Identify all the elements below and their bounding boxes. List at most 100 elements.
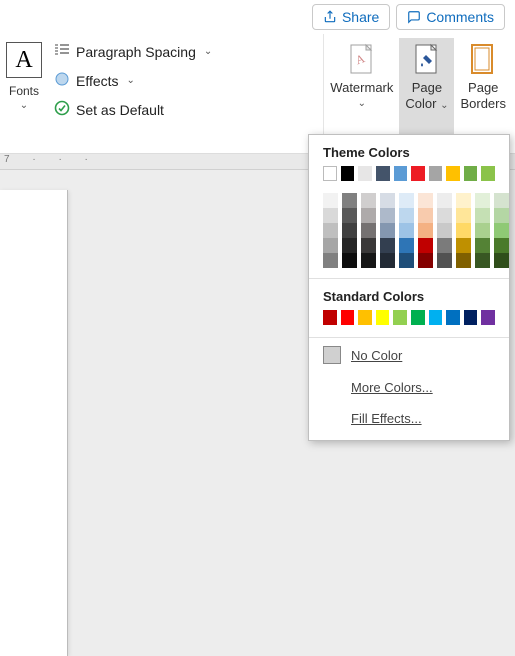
color-swatch[interactable] (399, 223, 414, 238)
color-swatch[interactable] (380, 223, 395, 238)
standard-colors-row (309, 310, 509, 325)
color-swatch[interactable] (361, 208, 376, 223)
color-swatch[interactable] (323, 193, 338, 208)
chevron-down-icon: ⌄ (127, 75, 135, 86)
color-swatch[interactable] (464, 166, 478, 181)
color-swatch[interactable] (342, 238, 357, 253)
color-swatch[interactable] (399, 238, 414, 253)
color-swatch[interactable] (341, 166, 355, 181)
color-swatch[interactable] (418, 253, 433, 268)
color-swatch[interactable] (494, 223, 509, 238)
color-swatch[interactable] (411, 166, 425, 181)
color-swatch[interactable] (323, 253, 338, 268)
paragraph-spacing-button[interactable]: Paragraph Spacing ⌄ (54, 42, 212, 61)
page-borders-label: Page Borders (460, 80, 506, 113)
color-swatch[interactable] (411, 310, 425, 325)
page-color-label: Page Color ⌄ (405, 80, 448, 113)
fill-effects-item[interactable]: Fill Effects... (309, 403, 509, 434)
theme-colors-row (309, 166, 509, 181)
color-swatch[interactable] (464, 310, 478, 325)
comments-button[interactable]: Comments (396, 4, 505, 30)
color-swatch[interactable] (358, 166, 372, 181)
page-borders-icon (466, 42, 500, 78)
color-swatch[interactable] (399, 253, 414, 268)
color-swatch[interactable] (481, 166, 495, 181)
color-swatch[interactable] (323, 223, 338, 238)
color-swatch[interactable] (429, 310, 443, 325)
color-swatch[interactable] (341, 310, 355, 325)
color-swatch[interactable] (456, 223, 471, 238)
color-swatch[interactable] (380, 238, 395, 253)
color-swatch[interactable] (418, 238, 433, 253)
chevron-down-icon: ⌄ (440, 100, 448, 111)
set-as-default-button[interactable]: Set as Default (54, 100, 212, 119)
color-swatch[interactable] (456, 193, 471, 208)
color-swatch[interactable] (446, 310, 460, 325)
color-swatch[interactable] (475, 253, 490, 268)
share-label: Share (342, 9, 379, 25)
ruler-text: 7 · · · (4, 154, 98, 165)
color-swatch[interactable] (394, 166, 408, 181)
color-swatch[interactable] (437, 208, 452, 223)
color-swatch[interactable] (418, 193, 433, 208)
chevron-down-icon: ⌄ (20, 100, 28, 111)
color-swatch[interactable] (323, 166, 337, 181)
color-swatch[interactable] (361, 253, 376, 268)
color-swatch[interactable] (323, 310, 337, 325)
color-swatch[interactable] (399, 208, 414, 223)
effects-button[interactable]: Effects ⌄ (54, 71, 212, 90)
comments-icon (407, 10, 421, 24)
color-swatch[interactable] (456, 253, 471, 268)
color-swatch[interactable] (380, 193, 395, 208)
title-buttons-bar: Share Comments (0, 0, 515, 34)
color-swatch[interactable] (418, 223, 433, 238)
color-swatch[interactable] (437, 223, 452, 238)
color-swatch[interactable] (361, 238, 376, 253)
color-swatch[interactable] (376, 166, 390, 181)
color-swatch[interactable] (446, 166, 460, 181)
color-swatch[interactable] (475, 208, 490, 223)
color-swatch[interactable] (342, 253, 357, 268)
color-swatch[interactable] (358, 310, 372, 325)
color-swatch[interactable] (342, 223, 357, 238)
color-swatch[interactable] (494, 238, 509, 253)
color-swatch[interactable] (475, 238, 490, 253)
checkmark-icon (54, 100, 70, 119)
color-swatch[interactable] (380, 208, 395, 223)
share-button[interactable]: Share (312, 4, 390, 30)
color-swatch[interactable] (494, 193, 509, 208)
color-swatch[interactable] (376, 310, 390, 325)
no-color-item[interactable]: No Color (309, 338, 509, 372)
standard-colors-heading: Standard Colors (309, 279, 509, 310)
color-swatch[interactable] (393, 310, 407, 325)
color-swatch[interactable] (494, 253, 509, 268)
color-swatch[interactable] (380, 253, 395, 268)
no-color-label: No Color (351, 348, 402, 363)
color-swatch[interactable] (481, 310, 495, 325)
color-swatch[interactable] (475, 223, 490, 238)
color-swatch[interactable] (323, 208, 338, 223)
color-swatch[interactable] (342, 208, 357, 223)
color-swatch[interactable] (323, 238, 338, 253)
effects-label: Effects (76, 73, 119, 89)
page-color-dropdown: Theme Colors Standard Colors No Color Mo… (308, 134, 510, 441)
color-swatch[interactable] (456, 238, 471, 253)
color-swatch[interactable] (399, 193, 414, 208)
color-swatch[interactable] (418, 208, 433, 223)
color-swatch[interactable] (437, 193, 452, 208)
color-swatch[interactable] (437, 253, 452, 268)
color-swatch[interactable] (437, 238, 452, 253)
more-colors-item[interactable]: More Colors... (309, 372, 509, 403)
document-formatting-group: Paragraph Spacing ⌄ Effects ⌄ Set as Def… (48, 34, 212, 153)
color-swatch[interactable] (456, 208, 471, 223)
page-color-icon (410, 42, 444, 78)
color-swatch[interactable] (475, 193, 490, 208)
color-swatch[interactable] (494, 208, 509, 223)
color-swatch[interactable] (361, 223, 376, 238)
watermark-icon: A (345, 42, 379, 78)
color-swatch[interactable] (361, 193, 376, 208)
color-swatch[interactable] (429, 166, 443, 181)
color-swatch[interactable] (342, 193, 357, 208)
more-colors-label: More Colors... (351, 380, 433, 395)
fonts-group[interactable]: A Fonts ⌄ (0, 34, 48, 153)
